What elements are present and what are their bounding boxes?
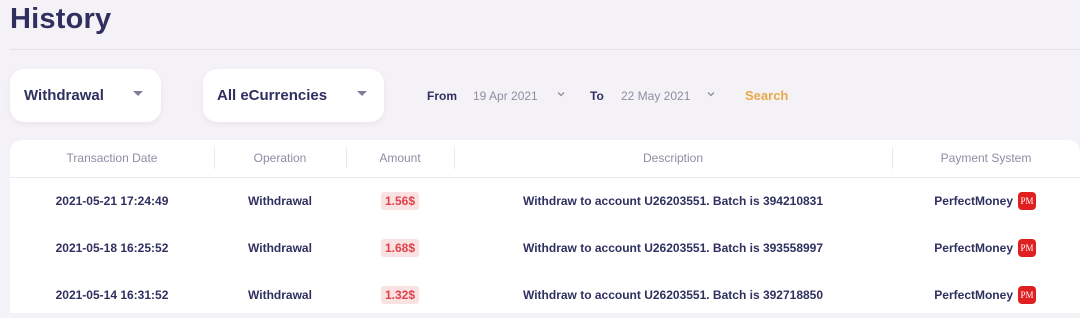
currency-select[interactable]: All eCurrencies: [203, 69, 384, 122]
amount-badge: 1.32$: [380, 285, 420, 304]
perfectmoney-icon: PM: [1018, 285, 1036, 304]
amount-badge: 1.68$: [380, 238, 420, 257]
title-divider: [10, 49, 1080, 50]
header-payment-system[interactable]: Payment System: [892, 140, 1080, 177]
cell-operation: Withdrawal: [248, 287, 312, 302]
header-transaction-date[interactable]: Transaction Date: [10, 140, 214, 177]
table-header: Transaction Date Operation Amount Descri…: [10, 140, 1080, 178]
table-row[interactable]: 2021-05-18 16:25:52 Withdrawal 1.68$ Wit…: [10, 224, 1080, 271]
to-label: To: [590, 89, 604, 103]
table-row[interactable]: 2021-05-21 17:24:49 Withdrawal 1.56$ Wit…: [10, 177, 1080, 224]
cell-payment-system: PerfectMoney PM: [892, 177, 1080, 224]
caret-down-icon: [357, 91, 367, 96]
cell-operation: Withdrawal: [248, 193, 312, 208]
cell-date: 2021-05-14 16:31:52: [55, 287, 169, 302]
caret-down-icon: [133, 91, 143, 96]
chevron-down-icon[interactable]: [706, 89, 716, 99]
perfectmoney-icon: PM: [1018, 238, 1036, 257]
payment-system-name: PerfectMoney: [934, 287, 1013, 302]
table-row[interactable]: 2021-05-14 16:31:52 Withdrawal 1.32$ Wit…: [10, 271, 1080, 318]
perfectmoney-icon: PM: [1018, 191, 1036, 210]
cell-description: Withdraw to account U26203551. Batch is …: [522, 193, 824, 208]
from-date-picker[interactable]: 19 Apr 2021: [473, 89, 538, 103]
page-title: History: [10, 3, 112, 35]
operation-select[interactable]: Withdrawal: [10, 69, 161, 122]
header-amount[interactable]: Amount: [346, 140, 454, 177]
operation-select-value: Withdrawal: [24, 87, 104, 104]
amount-badge: 1.56$: [380, 191, 420, 210]
from-label: From: [427, 89, 457, 103]
cell-amount: 1.32$: [346, 271, 454, 318]
history-table: Transaction Date Operation Amount Descri…: [10, 140, 1080, 313]
header-operation[interactable]: Operation: [214, 140, 346, 177]
cell-description: Withdraw to account U26203551. Batch is …: [522, 240, 824, 255]
search-button[interactable]: Search: [745, 88, 788, 103]
cell-payment-system: PerfectMoney PM: [892, 224, 1080, 271]
currency-select-value: All eCurrencies: [217, 87, 328, 104]
cell-amount: 1.68$: [346, 224, 454, 271]
chevron-down-icon[interactable]: [556, 89, 566, 99]
cell-payment-system: PerfectMoney PM: [892, 271, 1080, 318]
cell-description: Withdraw to account U26203551. Batch is …: [522, 287, 824, 302]
cell-amount: 1.56$: [346, 177, 454, 224]
cell-date: 2021-05-21 17:24:49: [55, 193, 169, 208]
cell-date: 2021-05-18 16:25:52: [55, 240, 169, 255]
to-date-picker[interactable]: 22 May 2021: [621, 89, 690, 103]
cell-operation: Withdrawal: [248, 240, 312, 255]
payment-system-name: PerfectMoney: [934, 193, 1013, 208]
header-description[interactable]: Description: [454, 140, 892, 177]
payment-system-name: PerfectMoney: [934, 240, 1013, 255]
